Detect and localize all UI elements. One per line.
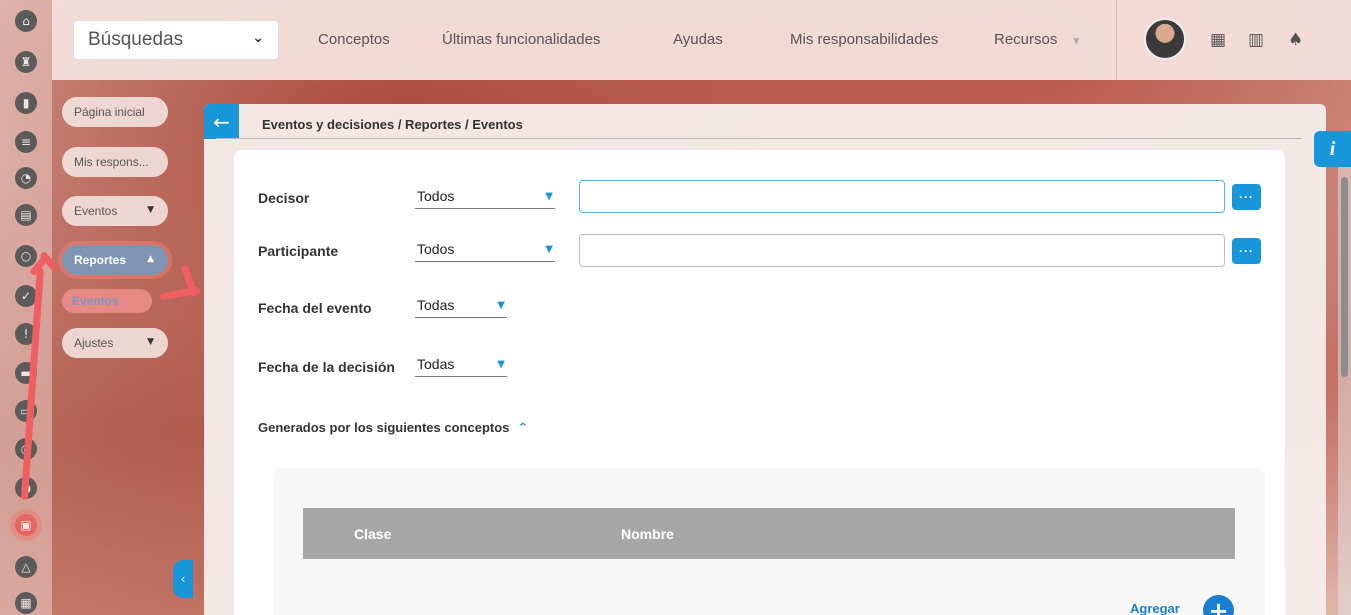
scrollbar[interactable] (1338, 167, 1351, 615)
topbar-divider (1116, 0, 1117, 80)
caret-down-icon: ▼ (147, 205, 154, 215)
bar-chart-icon[interactable]: ▮ (15, 92, 37, 114)
top-bar: Búsquedas ⌄ Conceptos Últimas funcionali… (52, 0, 1351, 80)
avatar[interactable] (1144, 18, 1186, 60)
subnav-ajustes[interactable]: Ajustes ▼ (62, 328, 168, 358)
add-button[interactable]: + (1203, 595, 1234, 615)
column-nombre[interactable]: Nombre (621, 526, 674, 542)
pie-chart-icon[interactable]: ◔ (15, 167, 37, 189)
filter-form: Decisor Todos ▼ ··· Participante Todos ▼… (234, 150, 1285, 615)
collapse-chevron-icon[interactable]: ‹ (173, 560, 193, 598)
fecha-evento-value: Todas (417, 297, 455, 313)
concepts-card: Clase Nombre Agregar + (274, 468, 1265, 615)
subnav-label: Mis respons... (74, 155, 149, 169)
subnav-label: Eventos (74, 204, 118, 218)
caret-up-icon: ▲ (147, 254, 154, 264)
rook-icon[interactable]: ♜ (15, 51, 37, 73)
fecha-decision-select[interactable]: Todas ▼ (415, 353, 507, 377)
list-lines-icon[interactable]: ≡ (15, 131, 37, 153)
subnav-eventos-item[interactable]: Eventos (62, 289, 152, 313)
document-icon[interactable]: ▤ (15, 204, 37, 226)
subnav-reportes[interactable]: Reportes ▲ (62, 245, 168, 275)
nav-ayudas[interactable]: Ayudas (673, 31, 723, 48)
participante-value: Todos (417, 241, 455, 257)
home-icon[interactable]: ⌂ (15, 10, 37, 32)
caret-down-icon: ▼ (497, 359, 505, 370)
concepts-heading: Generados por los siguientes conceptos (258, 420, 510, 435)
chevron-up-icon: ⌃ (517, 421, 529, 436)
decisor-select[interactable]: Todos ▼ (415, 185, 555, 209)
search-dropdown[interactable]: Búsquedas ⌄ (73, 20, 279, 60)
participante-more-button[interactable]: ··· (1232, 238, 1261, 264)
fecha-decision-value: Todas (417, 356, 455, 372)
map-icon[interactable]: ▥ (1248, 30, 1264, 50)
bell-icon[interactable]: ♠ (1288, 30, 1303, 50)
participante-select[interactable]: Todos ▼ (415, 238, 555, 262)
divider (216, 138, 1302, 139)
search-label: Búsquedas (88, 29, 184, 50)
scrollbar-thumb[interactable] (1341, 177, 1348, 377)
calendar-icon[interactable]: ▣ (15, 514, 37, 536)
icon-rail: ⌂ ♜ ▮ ≡ ◔ ▤ ○ ✓ ! ▬ ▭ ◎ ● ▣ △ ▦ (0, 0, 52, 615)
nav-conceptos[interactable]: Conceptos (318, 31, 390, 48)
calendar-grid-icon[interactable]: ▦ (1210, 30, 1226, 50)
main-panel: ← Eventos y decisiones / Reportes / Even… (204, 104, 1326, 615)
cycle-icon[interactable]: ○ (15, 245, 37, 267)
fecha-evento-label: Fecha del evento (258, 300, 372, 316)
participante-input[interactable] (579, 234, 1225, 267)
decisor-more-button[interactable]: ··· (1232, 184, 1261, 210)
table-header: Clase Nombre (303, 508, 1235, 559)
chevron-down-icon: ⌄ (252, 30, 264, 46)
caret-down-icon: ▼ (545, 191, 553, 202)
breadcrumb: Eventos y decisiones / Reportes / Evento… (262, 117, 523, 132)
decisor-value: Todos (417, 188, 455, 204)
column-clase[interactable]: Clase (354, 526, 391, 542)
network-icon[interactable]: △ (15, 556, 37, 578)
fecha-evento-select[interactable]: Todas ▼ (415, 294, 507, 318)
nav-ultimas-funcionalidades[interactable]: Últimas funcionalidades (442, 31, 600, 48)
subnav-pagina-inicial[interactable]: Página inicial (62, 97, 168, 127)
info-icon[interactable]: i (1314, 131, 1351, 167)
grid-list-icon[interactable]: ▦ (15, 592, 37, 614)
nav-recursos[interactable]: Recursos ▼ (994, 31, 1081, 48)
caret-down-icon: ▼ (497, 300, 505, 311)
decisor-input[interactable] (579, 180, 1225, 213)
subnav-label: Ajustes (74, 336, 114, 350)
participante-label: Participante (258, 243, 339, 259)
nav-recursos-label: Recursos (994, 31, 1058, 48)
caret-down-icon: ▼ (545, 244, 553, 255)
subnav-eventos-group[interactable]: Eventos ▼ (62, 196, 168, 226)
decisor-label: Decisor (258, 190, 310, 206)
concepts-section-toggle[interactable]: Generados por los siguientes conceptos ⌃ (258, 420, 528, 436)
fecha-decision-label: Fecha de la decisión (258, 359, 395, 375)
subnav-mis-respons[interactable]: Mis respons... (62, 147, 168, 177)
subnav-label: Página inicial (74, 105, 145, 119)
caret-down-icon: ▼ (147, 337, 154, 347)
subnav-label: Eventos (72, 294, 119, 308)
back-arrow-icon[interactable]: ← (204, 104, 239, 139)
subnav-label: Reportes (74, 253, 127, 267)
nav-mis-responsabilidades[interactable]: Mis responsabilidades (790, 31, 938, 48)
caret-down-icon: ▼ (1071, 36, 1082, 47)
add-label[interactable]: Agregar (1130, 601, 1180, 615)
